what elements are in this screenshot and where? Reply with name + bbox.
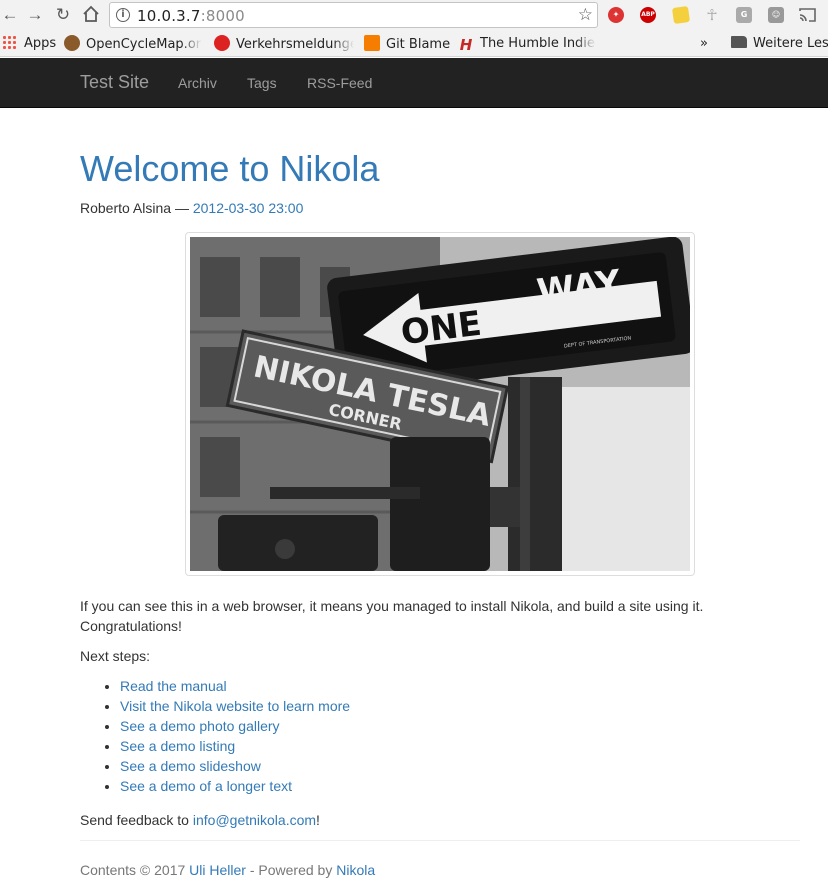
reload-icon[interactable]: ↻ bbox=[53, 5, 73, 25]
site-info-icon[interactable]: i bbox=[116, 8, 130, 22]
opencyclemap-icon bbox=[64, 35, 80, 51]
apps-grid-icon bbox=[2, 35, 16, 49]
url-port: :8000 bbox=[200, 7, 245, 25]
bookmarks-bar: Apps OpenCycleMap.org Verkehrsmeldungen … bbox=[0, 31, 828, 57]
list-item: See a demo listing bbox=[120, 736, 350, 756]
sticky-note-icon[interactable] bbox=[671, 5, 691, 25]
traffic-icon bbox=[214, 35, 230, 51]
meta-separator: — bbox=[171, 200, 193, 216]
page-title[interactable]: Welcome to Nikola bbox=[80, 148, 379, 190]
site-navbar: Test Site Archiv Tags RSS-Feed bbox=[0, 58, 828, 108]
nav-link-tags[interactable]: Tags bbox=[247, 75, 277, 91]
link-demo-slideshow[interactable]: See a demo slideshow bbox=[120, 758, 261, 774]
list-item: See a demo slideshow bbox=[120, 756, 350, 776]
bookmark-label: The Humble Indie Bundle bbox=[480, 36, 596, 51]
blogger-icon bbox=[364, 35, 380, 51]
post-date-link[interactable]: 2012-03-30 23:00 bbox=[193, 200, 304, 216]
forward-arrow-icon[interactable]: → bbox=[25, 5, 45, 25]
address-bar[interactable]: i 10.0.3.7:8000 ☆ bbox=[109, 2, 598, 28]
post-author: Roberto Alsina bbox=[80, 200, 172, 216]
intro-paragraph: If you can see this in a web browser, it… bbox=[80, 598, 704, 634]
bookmark-label: Apps bbox=[24, 36, 57, 51]
ankh-icon[interactable]: ☥ bbox=[704, 7, 720, 23]
next-steps-list: Read the manual Visit the Nikola website… bbox=[120, 676, 350, 796]
list-item: See a demo photo gallery bbox=[120, 716, 350, 736]
footer-author-link[interactable]: Uli Heller bbox=[189, 862, 246, 878]
bookmark-label: Git Blame bbox=[386, 37, 451, 52]
bookmark-humble-bundle[interactable]: H The Humble Indie Bundle bbox=[458, 35, 596, 53]
humble-h-icon: H bbox=[459, 36, 473, 53]
cast-icon[interactable] bbox=[799, 7, 816, 23]
feedback-prefix: Send feedback to bbox=[80, 812, 193, 828]
back-arrow-icon[interactable]: ← bbox=[0, 5, 20, 25]
url-host: 10.0.3.7 bbox=[137, 7, 201, 25]
link-demo-gallery[interactable]: See a demo photo gallery bbox=[120, 718, 280, 734]
bookmark-label: Weitere Lesezeichen bbox=[753, 36, 828, 51]
footer-nikola-link[interactable]: Nikola bbox=[336, 862, 375, 878]
bookmark-apps[interactable]: Apps bbox=[2, 35, 56, 53]
bookmark-verkehrsmeldungen[interactable]: Verkehrsmeldungen bbox=[214, 35, 354, 53]
bookmarks-overflow-chevron-icon[interactable]: » bbox=[700, 35, 708, 53]
bookmark-other[interactable]: Weitere Lesezeichen bbox=[731, 35, 828, 53]
footer-prefix: Contents © 2017 bbox=[80, 862, 190, 878]
site-brand[interactable]: Test Site bbox=[80, 72, 149, 93]
next-steps-label: Next steps: bbox=[80, 648, 151, 664]
street-sign-photo: ONE WAY DEPT OF TRANSPORTATION NIKOLA TE… bbox=[190, 237, 690, 571]
link-nikola-website[interactable]: Visit the Nikola website to learn more bbox=[120, 698, 350, 714]
browser-toolbar: ← → ↻ i 10.0.3.7:8000 ☆ ✦ ABP ☥ G ☺ bbox=[0, 0, 828, 31]
g-extension-icon[interactable]: G bbox=[736, 7, 752, 23]
adblock-plus-icon[interactable]: ABP bbox=[640, 7, 656, 23]
bookmark-opencyclemap[interactable]: OpenCycleMap.org bbox=[64, 35, 202, 53]
extension-red-circle-icon[interactable]: ✦ bbox=[608, 7, 624, 23]
link-demo-listing[interactable]: See a demo listing bbox=[120, 738, 235, 754]
link-demo-longer-text[interactable]: See a demo of a longer text bbox=[120, 778, 292, 794]
url-text[interactable]: 10.0.3.7:8000 bbox=[137, 7, 245, 25]
bookmark-label: Verkehrsmeldungen bbox=[236, 37, 354, 52]
post-image-frame: ONE WAY DEPT OF TRANSPORTATION NIKOLA TE… bbox=[185, 232, 695, 576]
page-footer: Contents © 2017 Uli Heller - Powered by … bbox=[80, 862, 375, 878]
list-item: Visit the Nikola website to learn more bbox=[120, 696, 350, 716]
list-item: See a demo of a longer text bbox=[120, 776, 350, 796]
home-icon[interactable] bbox=[81, 5, 101, 25]
ghost-extension-icon[interactable]: ☺ bbox=[768, 7, 784, 23]
nav-link-rss-feed[interactable]: RSS-Feed bbox=[307, 75, 372, 91]
post-meta: Roberto Alsina — 2012-03-30 23:00 bbox=[80, 200, 303, 216]
bookmark-git-blame[interactable]: Git Blame bbox=[364, 35, 450, 53]
feedback-suffix: ! bbox=[316, 812, 320, 828]
bookmark-label: OpenCycleMap.org bbox=[86, 37, 202, 52]
footer-middle: - Powered by bbox=[245, 862, 337, 878]
list-item: Read the manual bbox=[120, 676, 350, 696]
bookmark-star-icon[interactable]: ☆ bbox=[578, 5, 593, 25]
link-read-manual[interactable]: Read the manual bbox=[120, 678, 227, 694]
feedback-paragraph: Send feedback to info@getnikola.com! bbox=[80, 810, 800, 830]
folder-icon bbox=[731, 36, 747, 48]
footer-divider bbox=[80, 840, 800, 841]
nav-link-archiv[interactable]: Archiv bbox=[178, 75, 217, 91]
feedback-email-link[interactable]: info@getnikola.com bbox=[193, 812, 316, 828]
